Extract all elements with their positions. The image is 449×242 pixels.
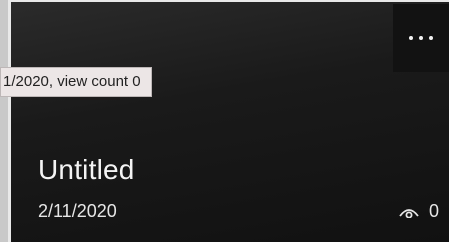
eye-icon <box>399 206 419 218</box>
stage: Untitled 2/11/2020 0 1/2020, view count … <box>0 0 449 242</box>
left-panel-edge <box>0 0 8 242</box>
tooltip: 1/2020, view count 0 <box>0 67 152 97</box>
view-count-value: 0 <box>428 201 439 221</box>
card-title: Untitled <box>38 154 135 185</box>
view-count: 0 <box>399 201 439 222</box>
board-card[interactable]: Untitled 2/11/2020 0 <box>11 2 449 242</box>
more-options-button[interactable] <box>393 4 449 72</box>
more-horizontal-icon <box>409 36 433 40</box>
card-date: 2/11/2020 <box>38 201 117 221</box>
